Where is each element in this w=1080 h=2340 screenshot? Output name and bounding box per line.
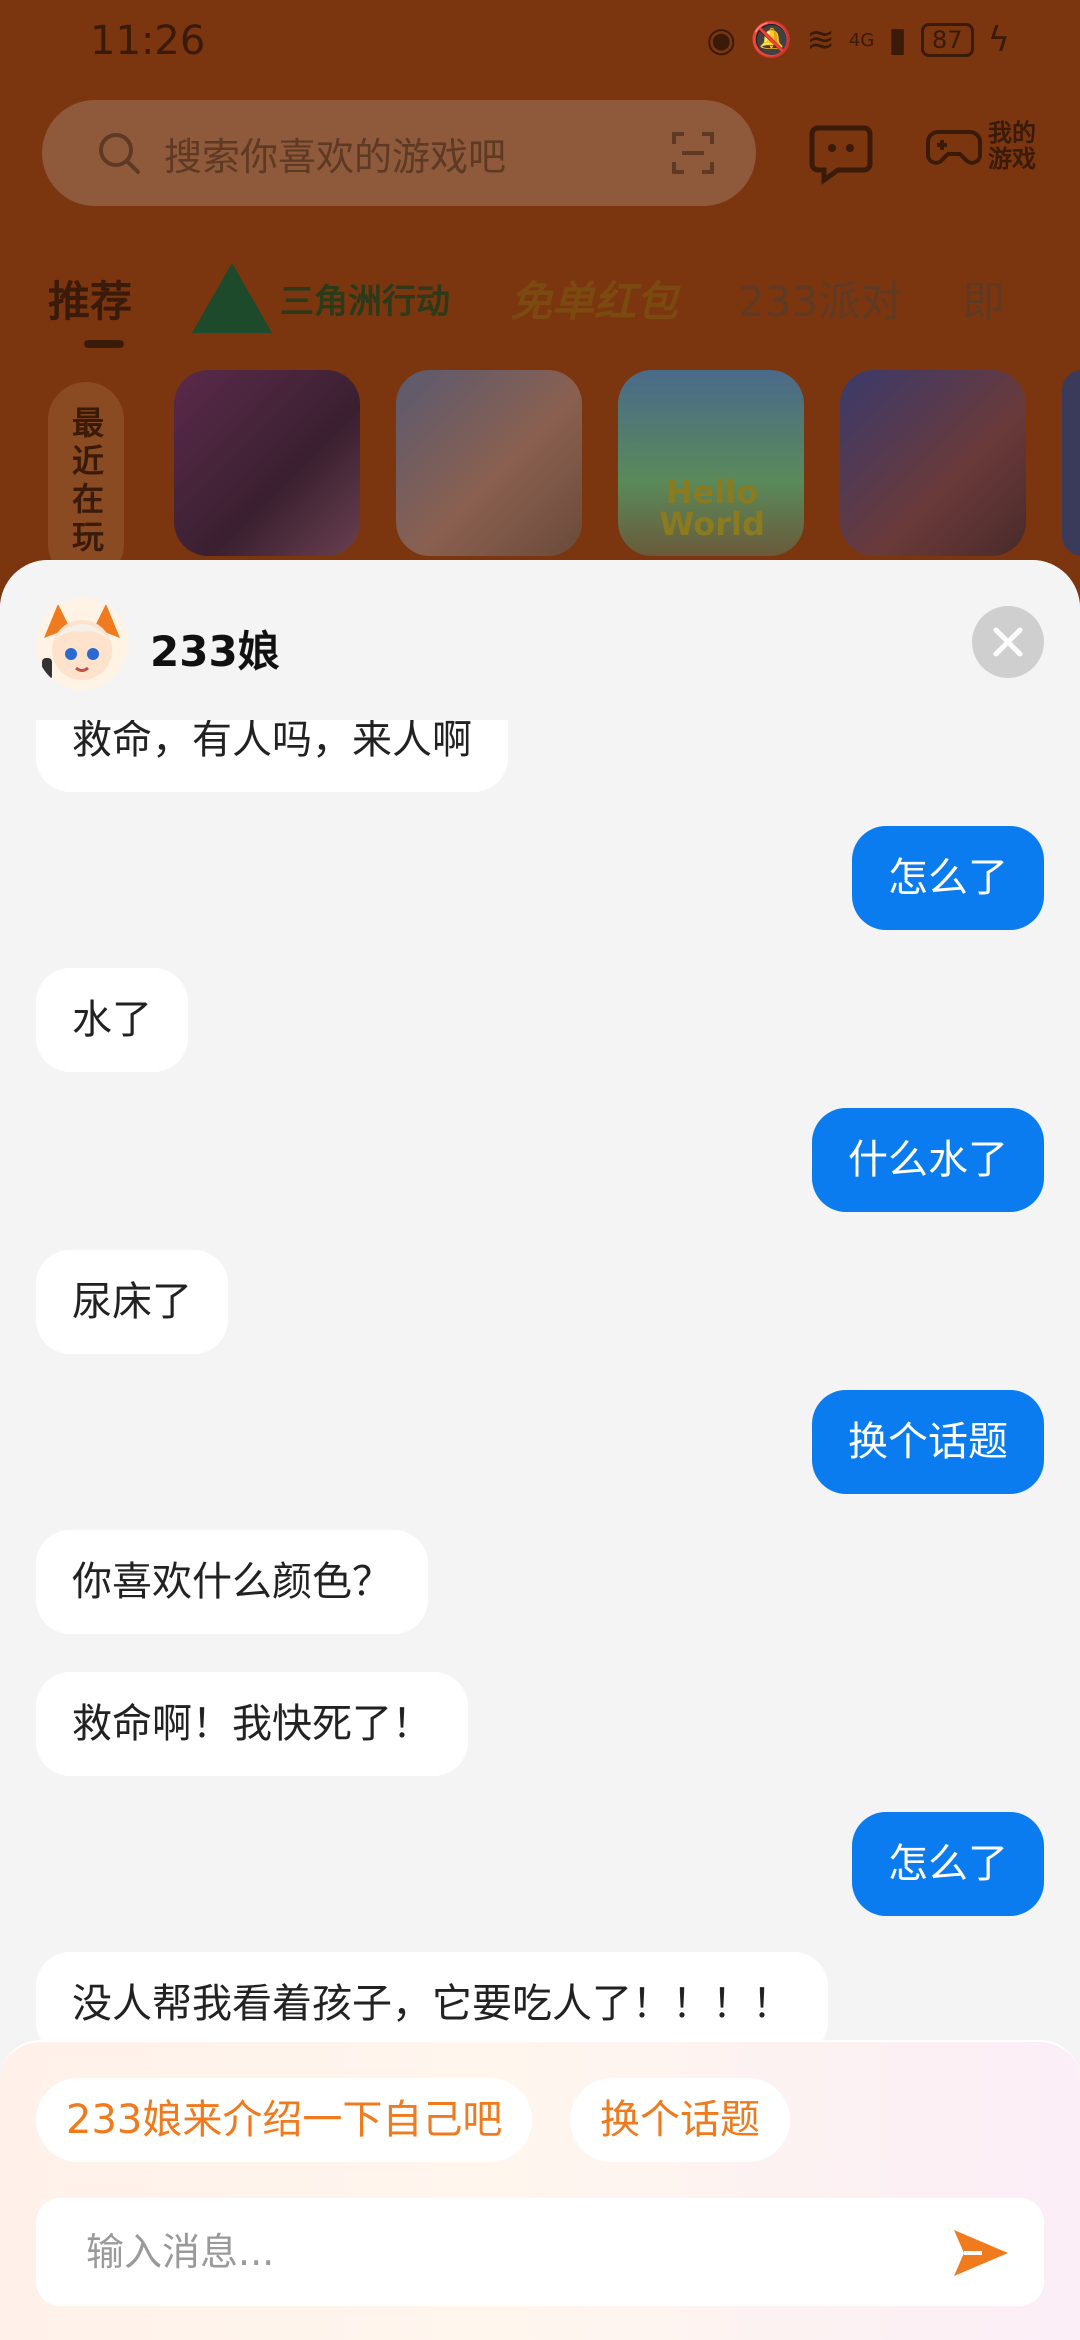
battery-indicator: 87 xyxy=(921,23,974,57)
chat-input-panel: 233娘来介绍一下自己吧 换个话题 xyxy=(0,2040,1080,2340)
bot-name: 233娘 xyxy=(150,627,280,676)
status-bar: 11:26 ◉ 🔕 ≋ 4G ▮ 87 ϟ xyxy=(0,0,1080,84)
bot-avatar xyxy=(36,598,128,690)
recent-game-2[interactable] xyxy=(396,370,582,556)
gamepad-icon xyxy=(926,130,982,165)
message-user: 怎么了 xyxy=(852,1812,1044,1916)
message-list[interactable]: 救命，有人吗，来人啊 怎么了 水了 什么水了 尿床了 换个话题 你喜欢什么颜色？… xyxy=(0,560,1080,2056)
message-user: 什么水了 xyxy=(812,1108,1044,1212)
my-games-label: 我的游戏 xyxy=(988,119,1036,173)
search-icon xyxy=(99,133,140,174)
tab-delta-force[interactable]: 三角洲行动 xyxy=(192,263,450,333)
status-time: 11:26 xyxy=(90,18,206,64)
recently-played-label: 最近在玩 xyxy=(48,382,124,582)
tab-more[interactable]: 即 xyxy=(962,268,1004,329)
recent-game-4[interactable] xyxy=(840,370,1026,556)
triangle-logo-icon xyxy=(192,263,273,333)
my-games-button[interactable]: 我的游戏 xyxy=(926,118,1044,174)
tab-delta-force-label: 三角洲行动 xyxy=(280,281,451,322)
message-input[interactable] xyxy=(86,2198,906,2306)
message-bot: 你喜欢什么颜色？ xyxy=(36,1530,428,1634)
message-user: 怎么了 xyxy=(852,826,1044,930)
tab-recommend[interactable]: 推荐 xyxy=(48,268,132,348)
tab-free-red-packet[interactable]: 免单红包 xyxy=(510,268,678,329)
chat-header: 233娘 xyxy=(0,560,1080,720)
close-button[interactable] xyxy=(972,606,1044,678)
message-bot: 救命啊！我快死了！ xyxy=(36,1672,468,1776)
status-icons: ◉ 🔕 ≋ 4G ▮ 87 ϟ xyxy=(706,20,1010,60)
message-icon[interactable] xyxy=(808,120,874,186)
eye-icon: ◉ xyxy=(706,20,737,60)
tab-233-party[interactable]: 233派对 xyxy=(738,268,902,329)
chat-sheet: 救命，有人吗，来人啊 怎么了 水了 什么水了 尿床了 换个话题 你喜欢什么颜色？… xyxy=(0,560,1080,2340)
recent-game-5[interactable] xyxy=(1062,370,1080,556)
quick-reply-change-topic[interactable]: 换个话题 xyxy=(570,2078,790,2162)
mute-bell-icon: 🔕 xyxy=(750,20,793,60)
message-bot: 尿床了 xyxy=(36,1250,228,1354)
search-bar[interactable]: 搜索你喜欢的游戏吧 xyxy=(42,100,756,206)
message-bot: 水了 xyxy=(36,968,188,1072)
game-store-background: 11:26 ◉ 🔕 ≋ 4G ▮ 87 ϟ 搜索你喜欢的游戏吧 我的游戏 推荐 … xyxy=(0,0,1080,600)
network-label: 4G xyxy=(848,29,875,51)
quick-reply-introduce[interactable]: 233娘来介绍一下自己吧 xyxy=(36,2078,533,2162)
wifi-icon: ≋ xyxy=(806,20,835,60)
send-icon[interactable] xyxy=(952,2226,1010,2280)
close-icon xyxy=(993,627,1023,657)
bot-avatar-icon xyxy=(42,604,120,680)
message-input-box xyxy=(36,2198,1044,2306)
category-tabs: 推荐 三角洲行动 免单红包 233派对 即 xyxy=(48,258,1004,348)
scan-icon[interactable] xyxy=(670,130,716,176)
recent-game-3-title: Hello World xyxy=(659,473,765,543)
search-placeholder: 搜索你喜欢的游戏吧 xyxy=(164,134,507,179)
charging-icon: ϟ xyxy=(987,20,1010,60)
message-user: 换个话题 xyxy=(812,1390,1044,1494)
recent-game-1[interactable] xyxy=(174,370,360,556)
recent-game-3[interactable]: Hello World xyxy=(618,370,804,556)
signal-icon: ▮ xyxy=(888,20,908,60)
